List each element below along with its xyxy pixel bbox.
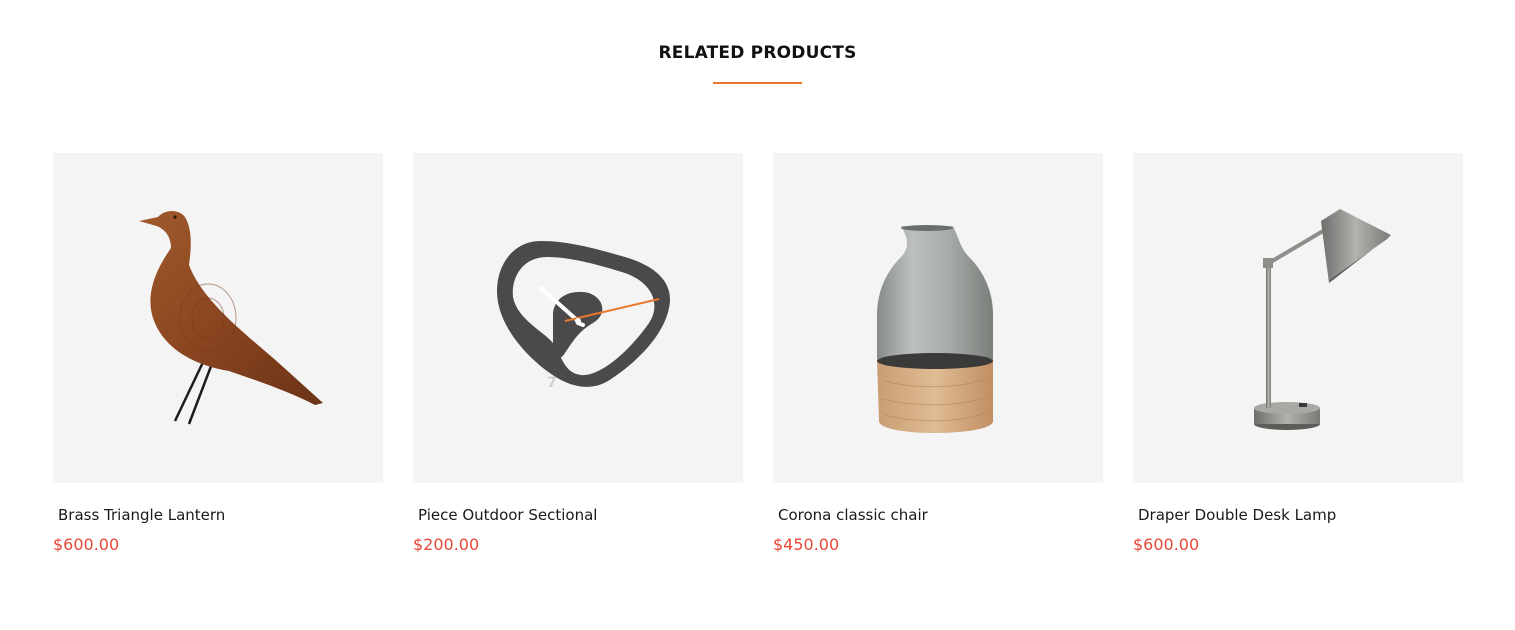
title-underline (713, 82, 802, 84)
product-image-lamp[interactable] (1133, 153, 1463, 483)
product-image-vase[interactable] (773, 153, 1103, 483)
product-image-clock[interactable]: 7 (413, 153, 743, 483)
product-card[interactable]: Draper Double Desk Lamp $600.00 (1133, 153, 1463, 554)
product-card[interactable]: 7 Piece Outdoor Sectional $200.00 (413, 153, 743, 554)
clock-numeral: 7 (547, 375, 557, 391)
product-price: $600.00 (53, 535, 120, 554)
product-name[interactable]: Brass Triangle Lantern (58, 506, 383, 524)
product-price: $200.00 (413, 535, 480, 554)
product-image-bird[interactable] (53, 153, 383, 483)
glass-vase-icon (877, 225, 993, 433)
wall-clock-icon: 7 (497, 241, 670, 391)
product-card[interactable]: Brass Triangle Lantern $600.00 (53, 153, 383, 554)
section-title: RELATED PRODUCTS (658, 43, 857, 63)
product-name[interactable]: Draper Double Desk Lamp (1138, 506, 1463, 524)
product-card[interactable]: Corona classic chair $450.00 (773, 153, 1103, 554)
product-grid: Brass Triangle Lantern $600.00 7 Piece O… (53, 153, 1463, 554)
product-name[interactable]: Corona classic chair (778, 506, 1103, 524)
product-price: $600.00 (1133, 535, 1200, 554)
desk-lamp-icon (1254, 209, 1391, 430)
product-price: $450.00 (773, 535, 840, 554)
wooden-bird-icon (139, 211, 323, 425)
product-name[interactable]: Piece Outdoor Sectional (418, 506, 743, 524)
